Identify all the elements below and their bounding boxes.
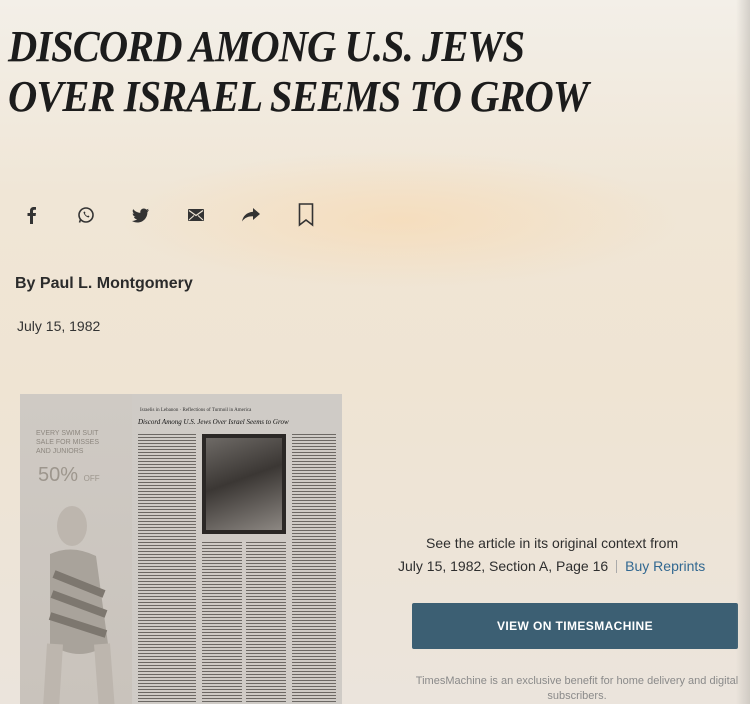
twitter-icon[interactable] xyxy=(128,202,154,228)
scan-photo xyxy=(202,434,286,534)
scan-section-header: Israelis in Lebanon · Reflections of Tur… xyxy=(140,408,252,413)
headline-line-2: OVER ISRAEL SEEMS TO GROW xyxy=(8,72,589,121)
article-byline: By Paul L. Montgomery xyxy=(15,275,193,292)
scan-column-4 xyxy=(292,434,336,704)
view-on-timesmachine-button[interactable]: VIEW ON TIMESMACHINE xyxy=(412,603,738,649)
newspaper-page: Israelis in Lebanon · Reflections of Tur… xyxy=(132,394,342,704)
facebook-icon[interactable] xyxy=(18,202,44,228)
headline-line-1: DISCORD AMONG U.S. JEWS xyxy=(8,22,525,71)
article-date: July 15, 1982 xyxy=(17,318,101,334)
email-icon[interactable] xyxy=(183,202,209,228)
print-section-info: July 15, 1982, Section A, Page 16 xyxy=(398,558,609,574)
ad-percent-value: 50% xyxy=(38,464,79,486)
original-context-details: July 15, 1982, Section A, Page 16 Buy Rep… xyxy=(398,558,738,574)
swimsuit-ad: EVERY SWIM SUIT SALE FOR MISSES AND JUNI… xyxy=(20,394,132,704)
ad-text: EVERY SWIM SUIT SALE FOR MISSES AND JUNI… xyxy=(36,430,100,455)
share-toolbar xyxy=(18,200,348,230)
scan-column-3 xyxy=(246,542,286,704)
timesmachine-note: TimesMachine is an exclusive benefit for… xyxy=(415,675,739,702)
article-headline: DISCORD AMONG U.S. JEWS OVER ISRAEL SEEM… xyxy=(8,22,589,122)
original-context-text: See the article in its original context … xyxy=(426,535,679,551)
buy-reprints-link[interactable]: Buy Reprints xyxy=(625,558,705,574)
newspaper-scan-thumbnail[interactable]: EVERY SWIM SUIT SALE FOR MISSES AND JUNI… xyxy=(20,394,342,704)
scan-headline: Discord Among U.S. Jews Over Israel Seem… xyxy=(138,418,289,426)
whatsapp-icon[interactable] xyxy=(73,202,99,228)
swimsuit-figure-icon xyxy=(43,506,115,704)
ad-off-label: OFF xyxy=(83,474,100,483)
screen-edge-shade xyxy=(736,0,750,704)
divider xyxy=(616,560,618,573)
share-arrow-icon[interactable] xyxy=(238,202,264,228)
ad-percent: 50% OFF xyxy=(38,464,100,487)
bookmark-icon[interactable] xyxy=(293,202,319,228)
scan-column-1 xyxy=(138,434,196,704)
scan-column-2 xyxy=(202,542,242,704)
